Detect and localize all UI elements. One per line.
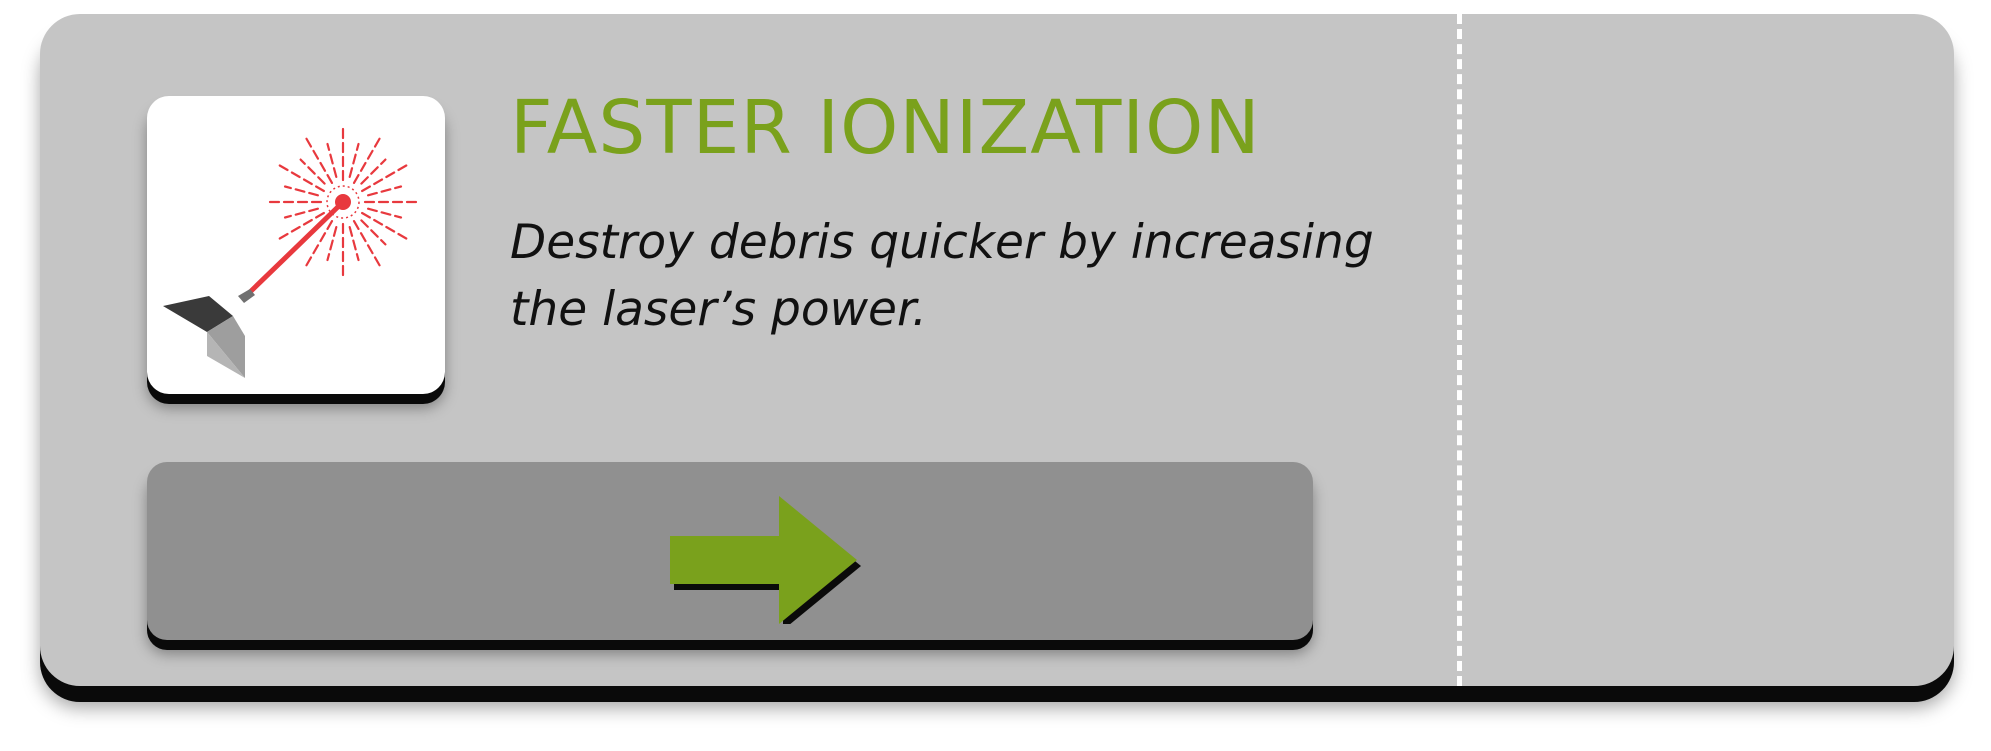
- laser-ray: [348, 142, 360, 179]
- laser-ray: [283, 207, 319, 219]
- upgrade-title: FASTER IONIZATION: [510, 85, 1261, 171]
- laser-cannon-icon: [163, 126, 419, 378]
- laser-ray: [367, 185, 403, 197]
- upgrade-icon-tile: [147, 96, 445, 394]
- laser-ray: [326, 226, 338, 262]
- card-divider: [1457, 14, 1462, 686]
- laser-ray: [348, 226, 360, 262]
- upgrade-description: Destroy debris quicker by increasing the…: [510, 215, 1374, 337]
- arrow-right-icon: [670, 496, 861, 624]
- upgrade-action-button[interactable]: [147, 462, 1313, 640]
- laser-ray: [367, 207, 403, 219]
- laser-ray: [326, 142, 338, 179]
- laser-ray: [283, 185, 319, 197]
- upgrade-card: FASTER IONIZATION Destroy debris quicker…: [40, 14, 1954, 686]
